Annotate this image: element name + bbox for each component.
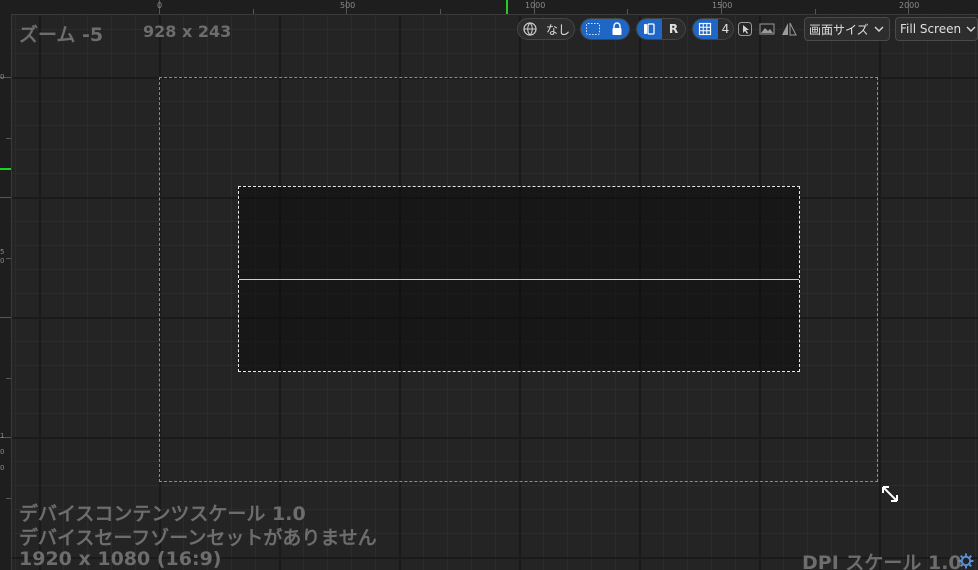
ruler-label: 5 <box>0 248 5 256</box>
selected-widget[interactable] <box>238 186 800 372</box>
ruler-label: 0 <box>0 448 5 456</box>
selection-lock-group <box>580 18 630 40</box>
ruler-tick <box>815 9 816 14</box>
grid-icon[interactable] <box>693 19 718 39</box>
cursor-select-icon[interactable] <box>736 18 754 40</box>
device-content-scale-label: デバイスコンテンツスケール 1.0 <box>19 503 306 525</box>
chevron-down-icon <box>874 25 884 33</box>
r-toggle-button[interactable]: R <box>662 19 685 39</box>
ruler-label: 1500 <box>712 1 733 10</box>
screen-size-dropdown[interactable]: 画面サイズ <box>804 17 890 41</box>
vertical-ruler[interactable]: 0 5 0 1 0 0 <box>0 14 12 570</box>
respect-locks-icon[interactable] <box>637 19 662 39</box>
designer-viewport[interactable]: 0 500 1000 1500 2000 0 5 0 1 0 0 ズーム -5 … <box>0 0 978 570</box>
globe-icon[interactable] <box>518 19 542 39</box>
flip-toggle-icon[interactable] <box>780 18 798 40</box>
ruler-label: 0 <box>0 257 5 265</box>
widget-slot-divider <box>239 279 799 280</box>
ruler-label: 0 <box>157 1 163 10</box>
ruler-tick <box>0 197 11 198</box>
safe-zone-status-label: デバイスセーフゾーンセットがありません <box>19 527 377 549</box>
outline-toggle-button[interactable] <box>581 19 606 39</box>
image-preview-icon[interactable] <box>758 18 776 40</box>
chevron-down-icon <box>966 25 976 33</box>
ruler-label: 500 <box>340 1 356 10</box>
fill-screen-dropdown[interactable]: Fill Screen <box>895 17 978 41</box>
ruler-label: 0 <box>0 464 5 472</box>
gear-icon[interactable] <box>958 553 974 569</box>
horizontal-ruler[interactable]: 0 500 1000 1500 2000 <box>0 0 978 15</box>
cursor-position-marker <box>0 168 11 170</box>
grid-snap-group: 4 <box>692 18 734 40</box>
cursor-position-marker <box>506 0 508 14</box>
ruler-tick <box>440 9 441 14</box>
zoom-level-label: ズーム -5 <box>19 24 104 46</box>
ruler-tick <box>6 258 11 259</box>
screen-size-label: 画面サイズ <box>809 22 869 37</box>
locale-button[interactable]: なし <box>542 19 574 39</box>
ruler-label: 1000 <box>525 1 546 10</box>
widget-size-label: 928 x 243 <box>143 22 232 41</box>
dpi-scale-label: DPI スケール 1.0 <box>802 552 962 570</box>
ruler-tick <box>0 317 11 318</box>
ruler-tick <box>253 9 254 14</box>
ruler-tick <box>6 138 11 139</box>
ruler-tick <box>6 498 11 499</box>
lock-icon[interactable] <box>605 19 629 39</box>
ruler-label: 1 <box>0 432 5 440</box>
preview-locale-group: なし <box>517 18 575 40</box>
grid-size-value[interactable]: 4 <box>718 19 733 39</box>
respect-locks-group: R <box>636 18 686 40</box>
ruler-label: 0 <box>0 73 5 81</box>
ruler-label: 2000 <box>899 1 920 10</box>
resize-handle-icon[interactable] <box>880 484 900 504</box>
ruler-tick <box>627 9 628 14</box>
fill-screen-label: Fill Screen <box>900 22 962 36</box>
preview-resolution-label: 1920 x 1080 (16:9) <box>19 548 222 570</box>
ruler-tick <box>6 378 11 379</box>
